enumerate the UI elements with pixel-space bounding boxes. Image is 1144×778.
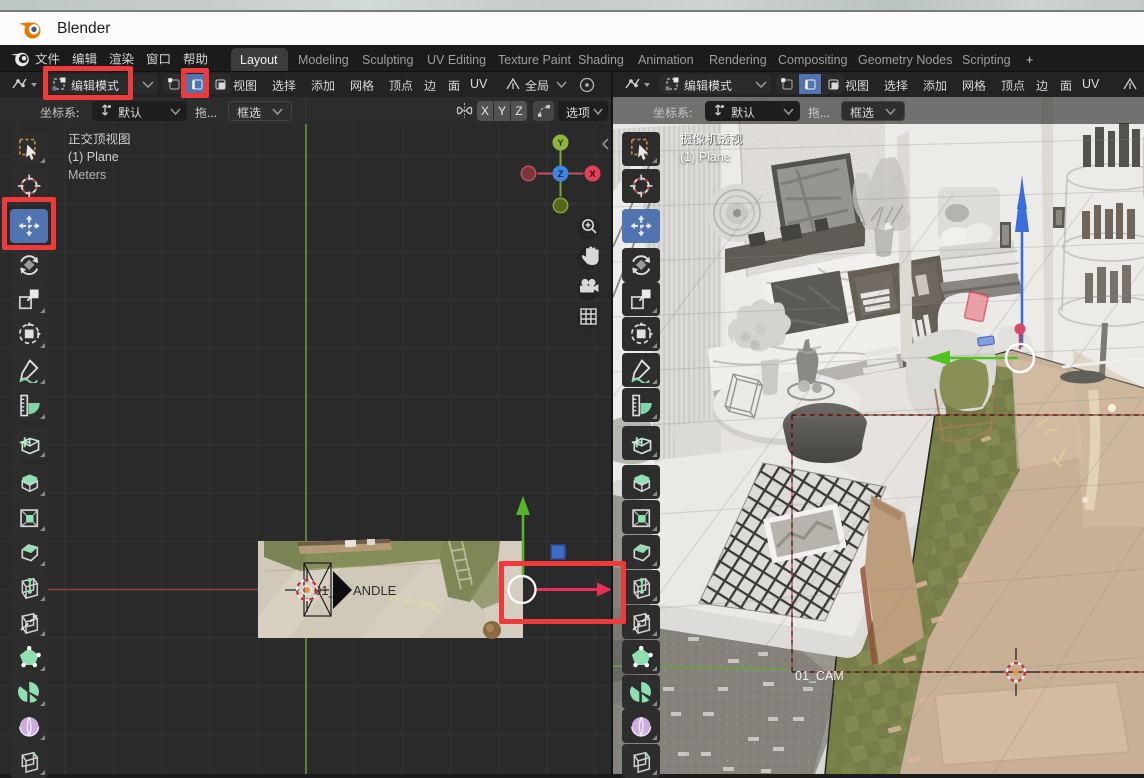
svg-text:Y: Y: [557, 138, 564, 149]
svg-text:X: X: [589, 169, 596, 180]
svg-text:Z: Z: [558, 169, 564, 180]
svg-text:01_CAM: 01_CAM: [795, 669, 844, 683]
svg-text:ANDLE: ANDLE: [353, 583, 397, 598]
